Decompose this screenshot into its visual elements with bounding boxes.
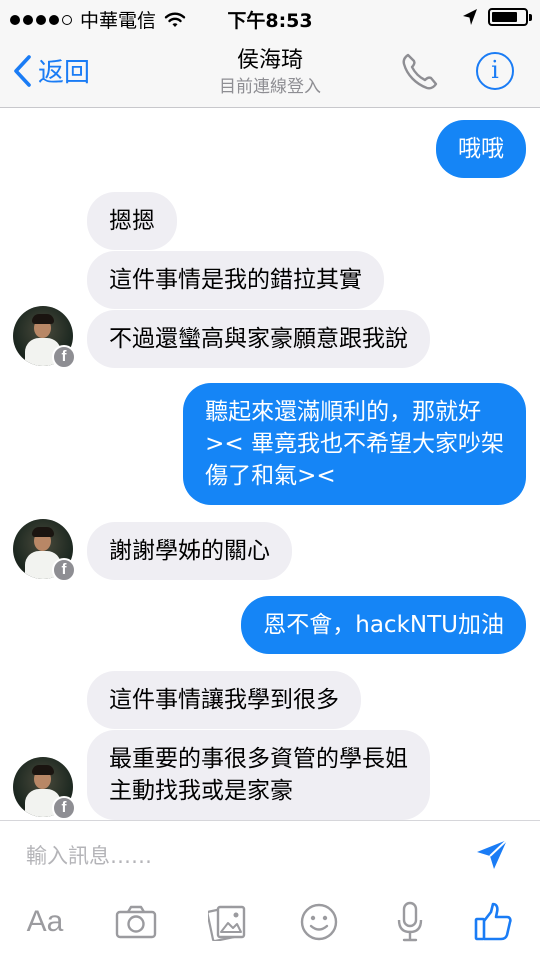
location-arrow-icon xyxy=(463,9,477,25)
emoji-icon xyxy=(300,903,338,941)
conversation-header: 返回 侯海琦 目前連線登入 i xyxy=(0,36,540,108)
contact-name[interactable]: 侯海琦 xyxy=(0,42,540,74)
message-bubble-incoming[interactable]: 這件事情讓我學到很多 xyxy=(87,671,361,729)
camera-icon xyxy=(115,905,157,939)
text-format-icon: Aa xyxy=(26,905,64,938)
message-input[interactable] xyxy=(26,839,446,873)
emoji-button[interactable] xyxy=(294,897,344,947)
photo-button[interactable] xyxy=(203,897,253,947)
status-time: 下午8:53 xyxy=(227,10,313,32)
facebook-badge-icon: f xyxy=(52,345,76,369)
info-button[interactable]: i xyxy=(476,52,514,90)
photo-icon xyxy=(208,905,246,941)
call-button[interactable] xyxy=(398,50,442,94)
like-button[interactable] xyxy=(468,897,518,947)
microphone-button[interactable] xyxy=(385,897,435,947)
message-bubble-incoming[interactable]: 摁摁 xyxy=(87,192,177,250)
battery-icon xyxy=(488,8,532,26)
send-button[interactable] xyxy=(474,837,510,873)
message-bubble-incoming[interactable]: 不過還蠻高與家豪願意跟我說 xyxy=(87,310,430,368)
like-icon xyxy=(474,902,512,941)
message-bubble-incoming[interactable]: 最重要的事很多資管的學長姐 主動找我或是家豪 xyxy=(87,730,430,820)
facebook-badge-icon: f xyxy=(52,796,76,820)
message-bubble-incoming[interactable]: 這件事情是我的錯拉其實 xyxy=(87,251,384,309)
text-format-button[interactable]: Aa xyxy=(20,897,70,947)
status-right xyxy=(462,8,532,26)
message-bubble-outgoing[interactable]: 哦哦 xyxy=(436,120,526,178)
composer-toolbar: Aa xyxy=(0,897,540,957)
message-bubble-incoming[interactable]: 謝謝學姊的關心 xyxy=(87,522,292,580)
info-icon: i xyxy=(491,56,499,84)
message-bubble-outgoing[interactable]: 聽起來還滿順利的，那就好 >< 畢竟我也不希望大家吵架 傷了和氣>< xyxy=(183,383,526,505)
phone-icon xyxy=(402,53,438,90)
status-bar: 中華電信 下午8:53 xyxy=(0,0,540,36)
message-list[interactable]: 哦哦 摁摁 這件事情是我的錯拉其實 不過還蠻高與家豪願意跟我說 f 聽起來還滿順… xyxy=(0,109,540,820)
send-icon xyxy=(477,839,508,869)
microphone-icon xyxy=(397,901,423,942)
message-bubble-outgoing[interactable]: 恩不會，hackNTU加油 xyxy=(241,596,526,654)
camera-button[interactable] xyxy=(111,897,161,947)
contact-status: 目前連線登入 xyxy=(219,77,321,97)
message-composer: Aa xyxy=(0,820,540,960)
facebook-badge-icon: f xyxy=(52,558,76,582)
